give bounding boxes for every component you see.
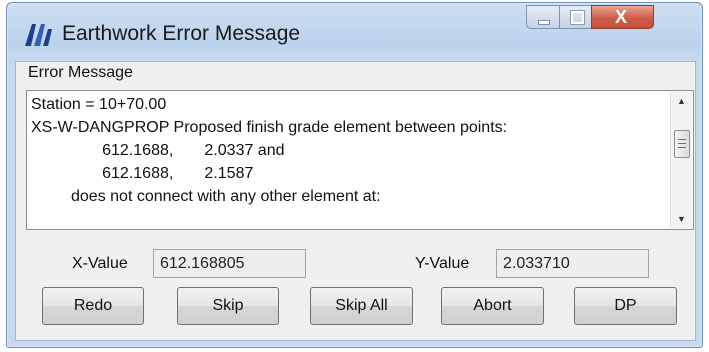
title-bar[interactable]: Earthwork Error Message X [7, 3, 702, 61]
message-line: XS-W-DANGPROP Proposed finish grade elem… [31, 119, 508, 136]
y-value-label: Y-Value [415, 255, 470, 272]
minimize-button[interactable] [526, 5, 560, 29]
scroll-down-arrow-icon[interactable]: ▼ [671, 214, 692, 224]
redo-button[interactable]: Redo [42, 287, 144, 325]
grip-line [678, 143, 686, 144]
close-button[interactable]: X [591, 5, 654, 29]
dp-button[interactable]: DP [574, 287, 677, 325]
x-value-field: 612.168805 [153, 249, 306, 278]
scroll-thumb[interactable] [674, 130, 690, 158]
close-icon: X [615, 7, 628, 27]
minimize-icon [538, 20, 550, 25]
skip-all-button[interactable]: Skip All [310, 287, 413, 325]
error-message-textbox[interactable]: Station = 10+70.00 XS-W-DANGPROP Propose… [26, 90, 694, 230]
message-line: 612.1688, 2.0337 and [31, 142, 285, 159]
message-line: Station = 10+70.00 [31, 96, 167, 113]
error-message-text: Station = 10+70.00 XS-W-DANGPROP Propose… [31, 93, 663, 227]
scroll-up-arrow-icon[interactable]: ▲ [671, 96, 692, 106]
grip-line [678, 147, 686, 148]
error-message-caption: Error Message [28, 64, 133, 81]
y-value-field: 2.033710 [496, 249, 649, 278]
grip-line [678, 139, 686, 140]
window-title: Earthwork Error Message [62, 22, 301, 45]
earthwork-app-icon [25, 24, 52, 46]
message-line: 612.1688, 2.1587 [31, 165, 254, 182]
message-line: does not connect with any other element … [31, 188, 381, 205]
vertical-scrollbar[interactable]: ▲ ▼ [670, 92, 692, 228]
x-value-label: X-Value [72, 255, 128, 272]
maximize-button[interactable] [559, 5, 592, 29]
abort-button[interactable]: Abort [441, 287, 544, 325]
skip-button[interactable]: Skip [177, 287, 279, 325]
maximize-icon [570, 10, 585, 25]
